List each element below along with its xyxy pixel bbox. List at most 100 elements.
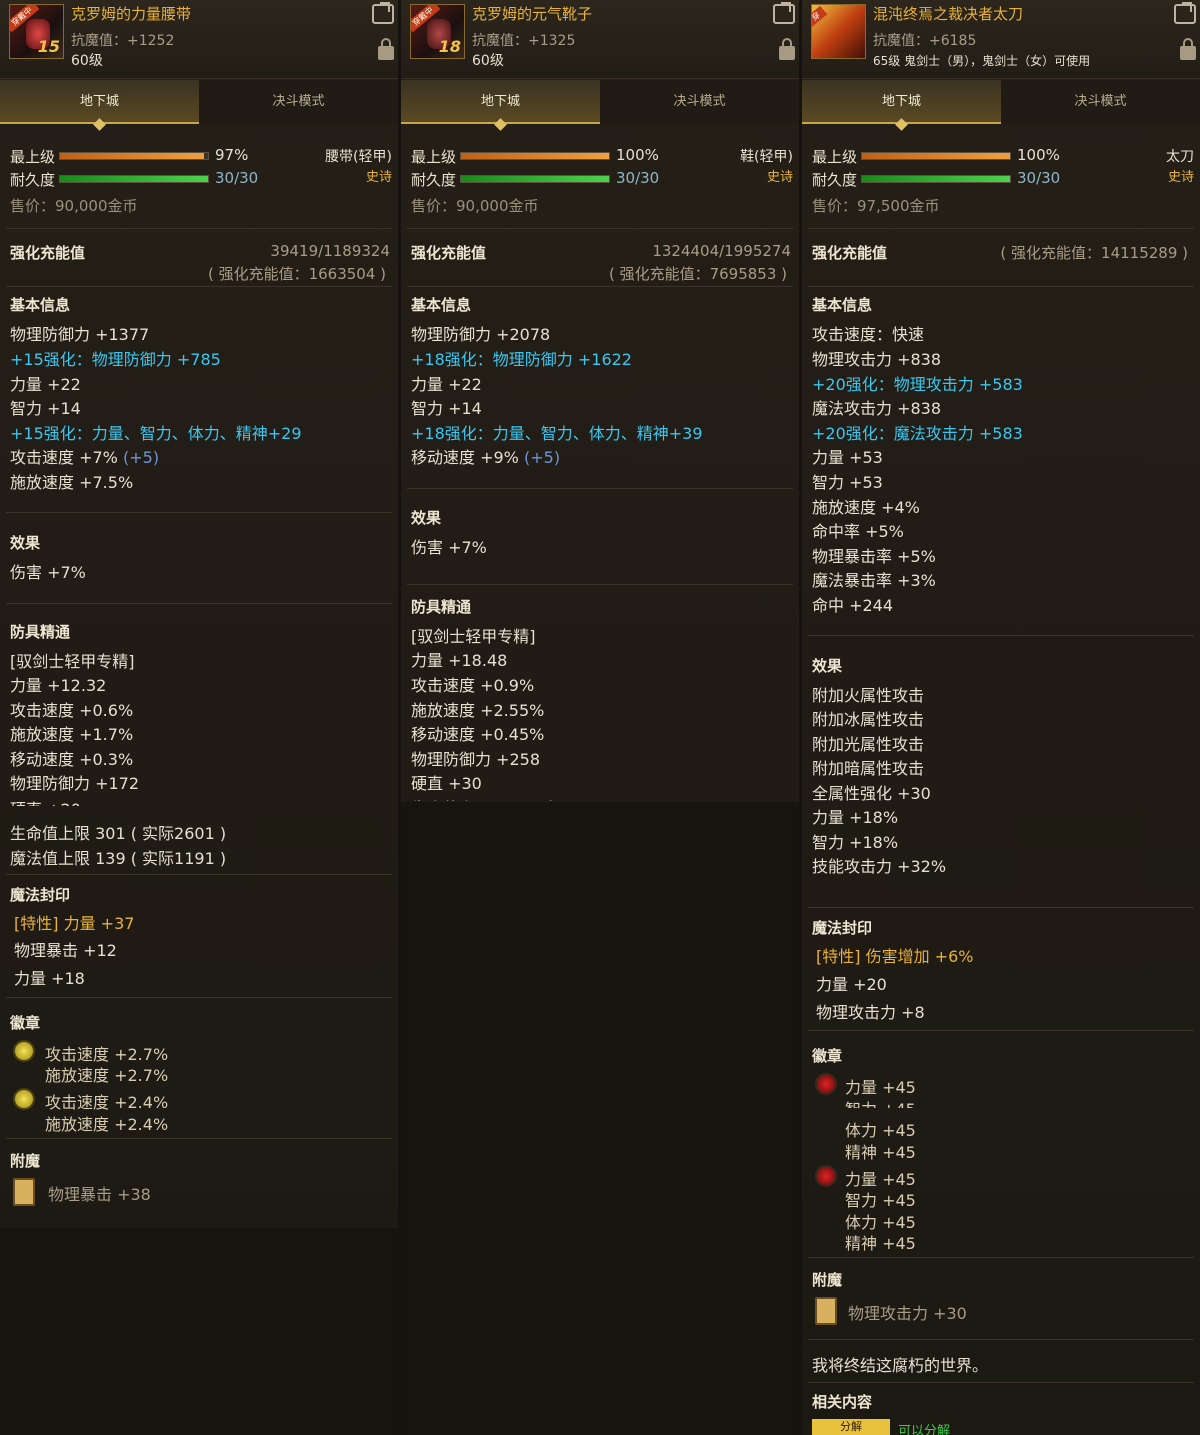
share-icon[interactable] xyxy=(372,4,394,24)
rarity: 史诗 xyxy=(1167,170,1194,185)
effect-line: 附加冰属性攻击 xyxy=(812,710,925,729)
emblem-line: 攻击速度 +2.4% xyxy=(45,1093,169,1112)
tab-dungeon[interactable]: 地下城 xyxy=(802,80,1001,124)
seal-trait: [特性] 伤害增加 +6% xyxy=(816,947,974,966)
lock-icon[interactable] xyxy=(378,38,394,60)
tab-dungeon[interactable]: 地下城 xyxy=(401,80,600,124)
durability-value: 30/30 xyxy=(616,169,660,187)
extra-line: 魔法值上限 139 ( 实际1191 ) xyxy=(10,849,227,868)
stat-line: 智力 +14 xyxy=(10,399,81,418)
stat-line: +15强化：力量、智力、体力、精神+29 xyxy=(10,424,302,443)
sell-price: 售价：90,000金币 xyxy=(411,197,539,215)
effect-title: 效果 xyxy=(10,534,41,552)
boots-item-icon: 穿戴中 18 xyxy=(410,4,465,59)
durability-label: 耐久度 xyxy=(10,171,56,189)
effect-line: 智力 +18% xyxy=(812,833,899,852)
red-emblem-icon xyxy=(815,1073,837,1095)
stat-line: +18强化：物理防御力 +1622 xyxy=(411,350,632,369)
item-tooltip-belt: 穿戴中 15 克罗姆的力量腰带 抗魔值：+1252 60级 地下城 决斗模式 最… xyxy=(0,0,398,1435)
emblem-line: 施放速度 +2.7% xyxy=(45,1066,169,1085)
effect-line: 力量 +18% xyxy=(812,808,899,827)
enchant-card-icon xyxy=(815,1297,837,1325)
mastery-line: 力量 +18.48 xyxy=(411,651,508,670)
stat-line: +20强化：魔法攻击力 +583 xyxy=(812,424,1023,443)
required-level: 60级 xyxy=(472,53,504,69)
basic-info-title: 基本信息 xyxy=(411,296,472,314)
durability-value: 30/30 xyxy=(1017,169,1061,187)
tab-pvp[interactable]: 决斗模式 xyxy=(199,80,398,124)
tab-pvp[interactable]: 决斗模式 xyxy=(600,80,799,124)
effect-line: 全属性强化 +30 xyxy=(812,784,931,803)
seal-line: 力量 +18 xyxy=(14,969,85,988)
effect-title: 效果 xyxy=(411,509,442,527)
stat-line: 魔法攻击力 +838 xyxy=(812,399,942,418)
grade-percent: 97% xyxy=(215,146,249,164)
emblem-line: 智力 +45 xyxy=(845,1096,916,1108)
seal-line: 物理攻击力 +8 xyxy=(816,1003,925,1022)
seal-trait: [特性] 力量 +37 xyxy=(14,914,135,933)
durability-value: 30/30 xyxy=(215,169,259,187)
mode-tabs: 地下城 决斗模式 xyxy=(401,80,799,124)
stat-line: 力量 +22 xyxy=(411,375,482,394)
mastery-line: 力量 +12.32 xyxy=(10,676,107,695)
tab-pvp[interactable]: 决斗模式 xyxy=(1001,80,1200,124)
basic-info-title: 基本信息 xyxy=(812,296,873,314)
mastery-line: 移动速度 +0.3% xyxy=(10,750,134,769)
seal-line: 力量 +20 xyxy=(816,975,887,994)
stat-line: 物理攻击力 +838 xyxy=(812,350,942,369)
durability-bar xyxy=(861,175,1011,183)
grade-percent: 100% xyxy=(1017,146,1060,164)
effect-line: 附加光属性攻击 xyxy=(812,735,925,754)
item-name: 克罗姆的元气靴子 xyxy=(472,5,593,23)
grade-label: 最上级 xyxy=(10,148,56,166)
mastery-line: 物理防御力 +172 xyxy=(10,774,140,793)
lock-icon[interactable] xyxy=(1180,38,1196,60)
item-type: 鞋(轻甲) xyxy=(740,149,793,165)
charge-label: 强化充能值 xyxy=(411,244,487,262)
emblem-line: 智力 +45 xyxy=(845,1191,916,1210)
flavor-text: 我将终结这腐朽的世界。 xyxy=(812,1356,989,1375)
mastery-line: 移动速度 +0.45% xyxy=(411,725,545,744)
item-type: 腰带(轻甲) xyxy=(325,149,392,165)
stat-line: +20强化：物理攻击力 +583 xyxy=(812,375,1023,394)
durability-label: 耐久度 xyxy=(411,171,457,189)
stat-line: 施放速度 +7.5% xyxy=(10,473,134,492)
effect-line: 附加暗属性攻击 xyxy=(812,759,925,778)
mastery-line: 施放速度 +1.7% xyxy=(10,725,134,744)
emblem-line: 体力 +45 xyxy=(845,1121,916,1140)
share-icon[interactable] xyxy=(1174,4,1196,24)
charge-value: 1324404/1995274 xyxy=(652,242,791,260)
mastery-title: 防具精通 xyxy=(411,598,472,616)
effect-line: 伤害 +7% xyxy=(10,563,86,582)
lock-icon[interactable] xyxy=(779,38,795,60)
charge-label: 强化充能值 xyxy=(812,244,888,262)
grade-bar xyxy=(59,152,209,160)
item-name: 克罗姆的力量腰带 xyxy=(71,5,192,23)
enchant-line: 物理攻击力 +30 xyxy=(848,1304,967,1323)
reinforce-level: 18 xyxy=(438,37,461,56)
mastery-title: 防具精通 xyxy=(10,623,71,641)
mastery-line: 硬直 +20 xyxy=(10,796,81,806)
red-emblem-icon xyxy=(815,1165,837,1187)
stat-line: 物理防御力 +1377 xyxy=(10,325,150,344)
share-icon[interactable] xyxy=(773,4,795,24)
stat-line: 命中率 +5% xyxy=(812,522,904,541)
tab-dungeon[interactable]: 地下城 xyxy=(0,80,199,124)
rarity: 史诗 xyxy=(766,170,793,185)
stat-line: 智力 +53 xyxy=(812,473,883,492)
seal-line: 物理暴击 +12 xyxy=(14,941,117,960)
basic-info-title: 基本信息 xyxy=(10,296,71,314)
required-level: 60级 xyxy=(71,53,103,69)
grade-bar xyxy=(861,152,1011,160)
mastery-line: 攻击速度 +0.9% xyxy=(411,676,535,695)
grade-label: 最上级 xyxy=(812,148,858,166)
decompose-button[interactable]: 分解 xyxy=(812,1419,890,1435)
charge-label: 强化充能值 xyxy=(10,244,86,262)
charge-value: 39419/1189324 xyxy=(270,242,390,260)
stat-line: 力量 +53 xyxy=(812,448,883,467)
stat-line: 力量 +22 xyxy=(10,375,81,394)
emblem-line: 精神 +45 xyxy=(845,1143,916,1162)
grade-percent: 100% xyxy=(616,146,659,164)
stat-line: 攻击速度：快速 xyxy=(812,325,925,344)
mastery-line: 生命值上限 151 ( 实际2600 ) xyxy=(411,795,627,801)
